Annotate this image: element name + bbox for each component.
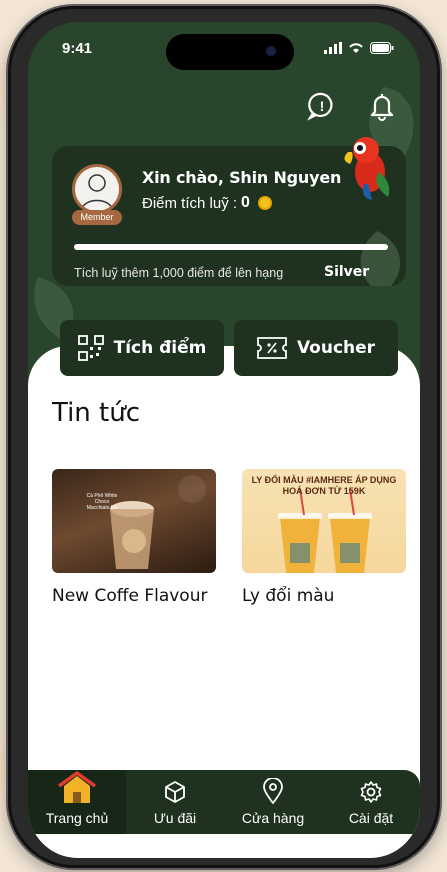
news-card[interactable]: Cà Phê White Choco Macchiato Đá New Coff… <box>52 469 216 606</box>
tier-progress-bar <box>74 244 388 250</box>
user-silhouette-icon <box>80 174 114 211</box>
tab-label: Ưu đãi <box>153 810 197 826</box>
tab-settings[interactable]: Cài đặt <box>322 770 420 834</box>
notification-button[interactable] <box>364 88 400 124</box>
tab-label: Cửa hàng <box>241 810 305 826</box>
battery-icon <box>370 42 394 54</box>
news-card[interactable]: LY ĐỔI MÀU #IAMHERE ÁP DỤNG HOÁ ĐƠN TỪ 1… <box>242 469 406 606</box>
voucher-label: Voucher <box>296 338 376 358</box>
tab-label: Trang chủ <box>45 810 109 826</box>
coffee-cup-image <box>110 475 206 569</box>
greeting-text: Xin chào, Shin Nguyen <box>142 168 342 187</box>
home-indicator <box>158 854 302 858</box>
news-caption: Ly đổi màu <box>242 586 335 606</box>
points-label: Điểm tích luỹ : <box>142 194 238 212</box>
bell-icon <box>370 94 394 121</box>
home-icon <box>57 771 97 803</box>
tier-hint: Tích luỹ thêm 1,000 điểm để lên hạng <box>74 266 284 280</box>
earn-points-label: Tích điểm <box>113 338 207 358</box>
news-thumbnail: Cà Phê White Choco Macchiato Đá <box>52 469 216 573</box>
voucher-icon <box>257 337 287 359</box>
tab-offers[interactable]: Ưu đãi <box>126 770 224 834</box>
tab-label: Cài đặt <box>348 810 394 826</box>
signal-icon <box>324 42 342 54</box>
chat-help-icon: ! <box>307 92 333 121</box>
wifi-icon <box>349 43 363 53</box>
news-thumbnail: LY ĐỔI MÀU #IAMHERE ÁP DỤNG HOÁ ĐƠN TỪ 1… <box>242 469 406 573</box>
coin-icon <box>257 196 272 210</box>
member-badge: Member <box>72 210 122 225</box>
status-icons <box>324 42 394 54</box>
news-caption: New Coffe Flavour <box>52 586 208 606</box>
support-chat-button[interactable]: ! <box>304 88 340 124</box>
dynamic-island <box>166 34 294 70</box>
points-value: 0 <box>241 194 250 211</box>
tab-home[interactable]: Trang chủ <box>28 770 126 834</box>
parrot-mascot <box>344 137 390 200</box>
app-screen: 9:41 ! Member Xin chào, Shin Nguyen Điểm… <box>28 22 420 858</box>
gear-icon <box>360 781 382 803</box>
points-row: Điểm tích luỹ : 0 <box>142 194 272 212</box>
avatar <box>72 164 122 214</box>
phone-frame: 9:41 ! Member Xin chào, Shin Nguyen Điểm… <box>8 6 440 868</box>
voucher-button[interactable]: Voucher <box>234 320 398 376</box>
earn-points-button[interactable]: Tích điểm <box>60 320 224 376</box>
tab-stores[interactable]: Cửa hàng <box>224 770 322 834</box>
product-name-overlay: Cà Phê White Choco Macchiato Đá <box>86 493 118 511</box>
svg-text:!: ! <box>320 98 325 114</box>
box-icon <box>165 781 185 803</box>
next-tier: Silver <box>324 264 370 280</box>
bottom-tab-bar: Trang chủ Ưu đãi Cửa hàng Cài đặt <box>28 770 420 834</box>
location-pin-icon <box>263 778 283 804</box>
qr-code-icon <box>77 335 104 361</box>
promo-banner-text: LY ĐỔI MÀU #IAMHERE ÁP DỤNG HOÁ ĐƠN TỪ 1… <box>251 475 397 496</box>
status-time: 9:41 <box>62 40 93 57</box>
news-section-title: Tin tức <box>52 398 141 428</box>
